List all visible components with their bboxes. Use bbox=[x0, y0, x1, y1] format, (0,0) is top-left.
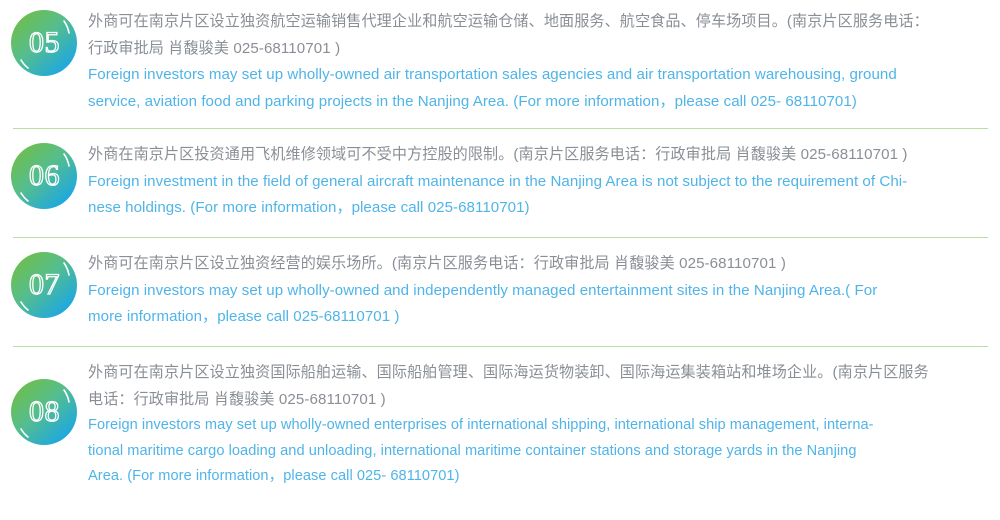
badge-number-label: 06 bbox=[28, 158, 60, 192]
english-text-line: Area. (For more information，please call … bbox=[88, 468, 460, 484]
badge-container: 05 bbox=[0, 8, 88, 78]
number-badge: 05 bbox=[9, 8, 79, 78]
badge-container: 06 bbox=[0, 141, 88, 211]
english-text-line: nese holdings. (For more information，ple… bbox=[88, 199, 530, 216]
english-text-line: Foreign investors may set up wholly-owne… bbox=[88, 281, 878, 299]
document-page: 05 外商可在南京片区设立独资航空运输销售代理企业和航空运输仓储、地面服务、航空… bbox=[0, 0, 1000, 520]
badge-container: 07 bbox=[0, 250, 88, 320]
number-badge: 08 bbox=[9, 377, 79, 447]
list-item: 06 外商在南京片区投资通用飞机维修领域可不受中方控股的限制。(南京片区服务电话… bbox=[0, 129, 1000, 237]
item-text-block: 外商在南京片区投资通用飞机维修领域可不受中方控股的限制。(南京片区服务电话：行政… bbox=[88, 141, 1000, 222]
english-text-line: tional maritime cargo loading and unload… bbox=[88, 442, 857, 459]
chinese-text-line: 外商可在南京片区设立独资航空运输销售代理企业和航空运输仓储、地面服务、航空食品、… bbox=[88, 13, 929, 30]
number-badge: 06 bbox=[9, 141, 79, 211]
badge-container: 08 bbox=[0, 359, 88, 447]
chinese-text-line: 行政审批局 肖馥骏美 025-68110701 ) bbox=[88, 39, 341, 57]
number-badge: 07 bbox=[9, 250, 79, 320]
badge-number-label: 07 bbox=[28, 267, 60, 301]
english-text-line: Foreign investors may set up wholly-owne… bbox=[88, 417, 874, 433]
badge-number-label: 08 bbox=[28, 394, 60, 428]
badge-number-label: 05 bbox=[28, 25, 60, 59]
list-item: 05 外商可在南京片区设立独资航空运输销售代理企业和航空运输仓储、地面服务、航空… bbox=[0, 0, 1000, 128]
chinese-text-line: 电话：行政审批局 肖馥骏美 025-68110701 ) bbox=[88, 390, 386, 408]
english-text-line: Foreign investment in the field of gener… bbox=[88, 172, 908, 190]
chinese-text-line: 外商可在南京片区设立独资经营的娱乐场所。(南京片区服务电话：行政审批局 肖馥骏美… bbox=[88, 255, 786, 272]
english-text-line: Foreign investors may set up wholly-owne… bbox=[88, 66, 897, 83]
chinese-text-line: 外商可在南京片区设立独资国际船舶运输、国际船舶管理、国际海运货物装卸、国际海运集… bbox=[88, 364, 929, 381]
item-text-block: 外商可在南京片区设立独资航空运输销售代理企业和航空运输仓储、地面服务、航空食品、… bbox=[88, 8, 1000, 115]
list-item: 07 外商可在南京片区设立独资经营的娱乐场所。(南京片区服务电话：行政审批局 肖… bbox=[0, 238, 1000, 346]
chinese-text-line: 外商在南京片区投资通用飞机维修领域可不受中方控股的限制。(南京片区服务电话：行政… bbox=[88, 146, 908, 163]
item-text-block: 外商可在南京片区设立独资经营的娱乐场所。(南京片区服务电话：行政审批局 肖馥骏美… bbox=[88, 250, 1000, 331]
list-item: 08 外商可在南京片区设立独资国际船舶运输、国际船舶管理、国际海运货物装卸、国际… bbox=[0, 347, 1000, 497]
item-text-block: 外商可在南京片区设立独资国际船舶运输、国际船舶管理、国际海运货物装卸、国际海运集… bbox=[88, 359, 1000, 490]
english-text-line: more information，please call 025-6811070… bbox=[88, 308, 400, 325]
english-text-line: service, aviation food and parking proje… bbox=[88, 92, 857, 110]
